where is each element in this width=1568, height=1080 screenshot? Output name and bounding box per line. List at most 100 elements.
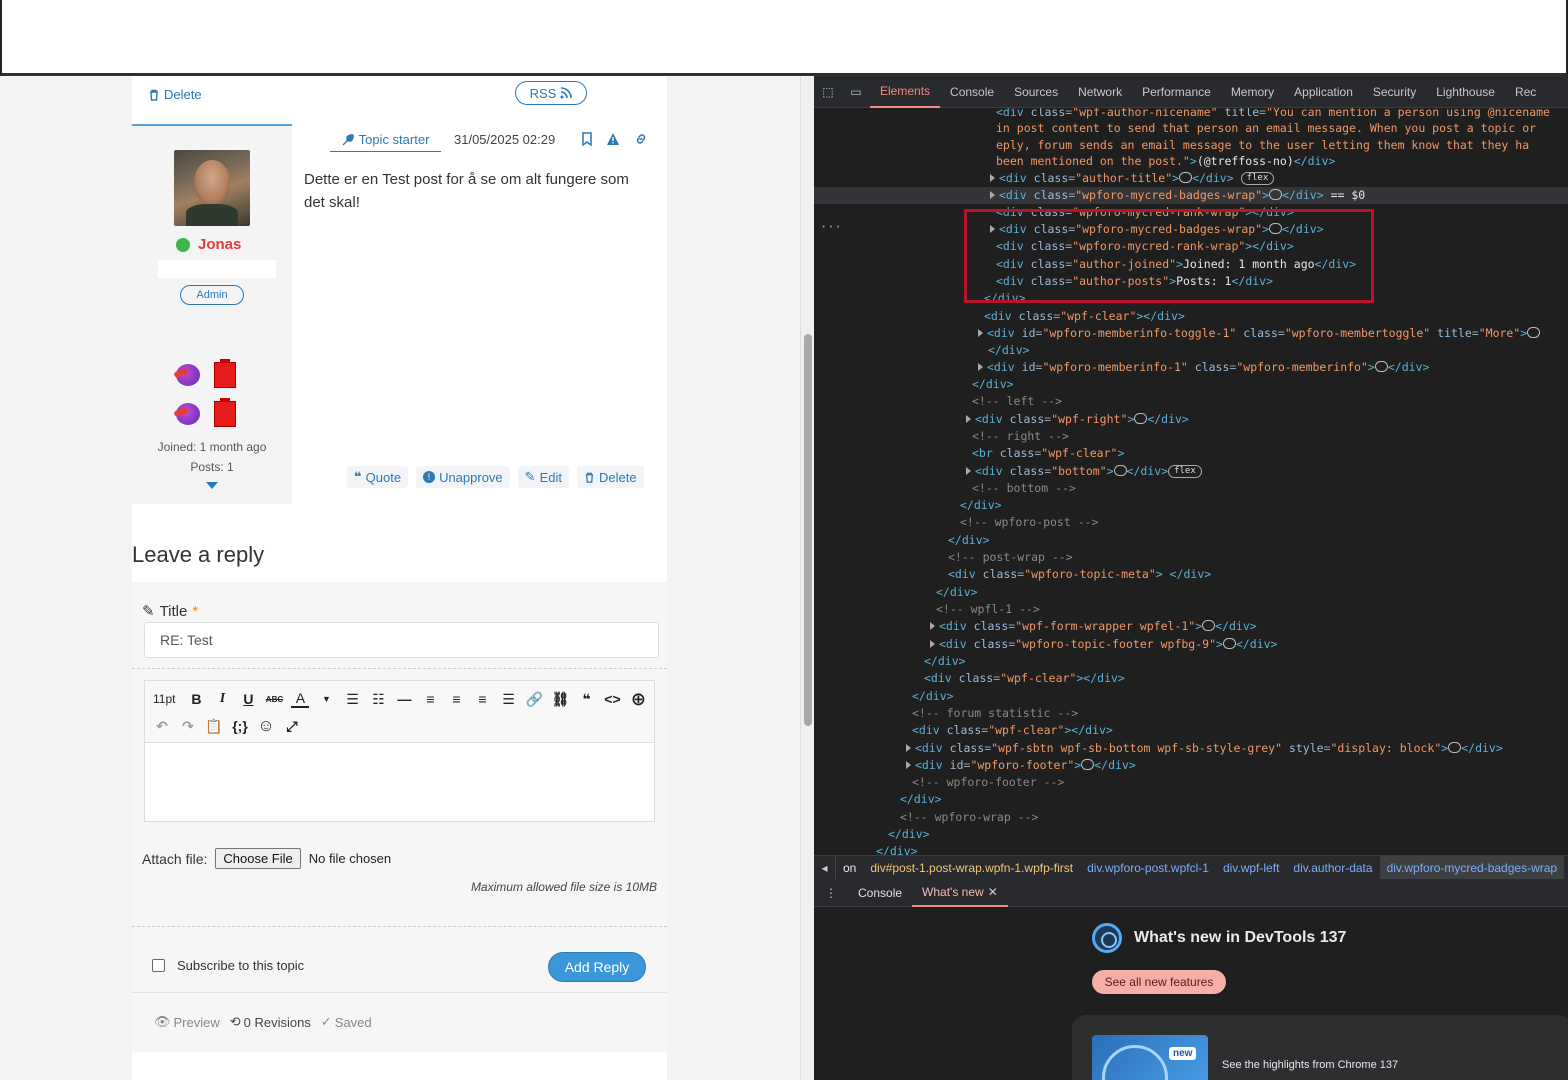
warning-icon[interactable] <box>606 132 620 146</box>
author-name[interactable]: Jonas <box>198 236 241 253</box>
dom-line[interactable]: <!-- wpforo-wrap --> <box>814 809 1568 826</box>
dom-line[interactable]: </div> <box>814 584 1568 601</box>
dom-line[interactable]: <div id="wpforo-memberinfo-toggle-1" cla… <box>814 325 1568 342</box>
dom-line[interactable]: <div class="wpforo-topic-meta"> </div> <box>814 566 1568 583</box>
dom-line[interactable]: <!-- right --> <box>814 428 1568 445</box>
member-info-toggle-icon[interactable] <box>206 482 218 489</box>
code-icon[interactable]: <> <box>603 691 621 707</box>
drawer-tab-console[interactable]: Console <box>848 879 912 907</box>
strikethrough-icon[interactable]: ABC <box>265 695 283 704</box>
choose-file-button[interactable]: Choose File <box>215 848 301 869</box>
dom-line[interactable]: </div> <box>814 653 1568 670</box>
dom-line[interactable]: </div> <box>814 688 1568 705</box>
dom-line[interactable]: </div> <box>814 497 1568 514</box>
dom-line[interactable]: eply, forum sends an email message to th… <box>814 137 1568 154</box>
tab-console[interactable]: Console <box>940 76 1004 108</box>
highlights-card[interactable]: new See the highlights from Chrome 137 <box>1072 1015 1568 1080</box>
breadcrumb-item[interactable]: on <box>836 861 863 875</box>
font-size-select[interactable]: 11pt <box>153 692 175 706</box>
drawer-menu-icon[interactable]: ⋮ <box>814 886 848 900</box>
quote-button[interactable]: ❝ Quote <box>347 466 409 488</box>
title-input[interactable]: RE: Test <box>144 622 659 658</box>
underline-icon[interactable]: U <box>239 691 257 707</box>
align-left-icon[interactable]: ≡ <box>421 691 439 707</box>
dom-line[interactable]: <div id="wpforo-memberinfo-1" class="wpf… <box>814 359 1568 376</box>
breadcrumb-item-active[interactable]: div.wpforo-mycred-badges-wrap <box>1379 856 1565 879</box>
chevron-down-icon[interactable]: ▼ <box>317 694 335 704</box>
add-reply-button[interactable]: Add Reply <box>548 952 646 982</box>
dom-line[interactable]: <div class="wpf-clear"></div> <box>814 670 1568 687</box>
tab-recorder[interactable]: Rec <box>1505 76 1546 108</box>
link-icon[interactable]: 🔗 <box>525 691 543 708</box>
dom-line[interactable]: <div class="bottom"> </div> flex <box>814 463 1568 480</box>
tab-performance[interactable]: Performance <box>1132 76 1221 108</box>
text-color-icon[interactable]: A <box>291 690 310 708</box>
dom-line[interactable]: <br class="wpf-clear"> <box>814 445 1568 462</box>
unapprove-button[interactable]: ! Unapprove <box>416 466 510 488</box>
subscribe-checkbox[interactable] <box>152 959 165 972</box>
avatar[interactable] <box>174 150 250 226</box>
redo-icon[interactable]: ↷ <box>179 718 197 735</box>
dom-line[interactable]: <div class="wpf-sbtn wpf-sb-bottom wpf-s… <box>814 740 1568 757</box>
tab-application[interactable]: Application <box>1284 76 1363 108</box>
dom-line[interactable]: <div class="wpf-right"> </div> <box>814 411 1568 428</box>
italic-icon[interactable]: I <box>213 691 231 707</box>
device-toolbar-icon[interactable]: ▭ <box>842 76 870 108</box>
dom-line[interactable]: </div> <box>814 791 1568 808</box>
bold-icon[interactable]: B <box>187 691 205 707</box>
editor-body[interactable] <box>145 743 654 821</box>
dom-line[interactable]: <div class="author-title"> </div> flex <box>814 170 1568 187</box>
tab-network[interactable]: Network <box>1068 76 1132 108</box>
dom-line[interactable]: in post content to send that person an e… <box>814 120 1568 137</box>
dom-tree[interactable]: <div class="wpf-author-nicename" title="… <box>814 108 1568 856</box>
preview-button[interactable]: 👁 Preview <box>154 1014 220 1030</box>
revisions-button[interactable]: ⟲ 0 Revisions <box>230 1014 311 1030</box>
align-right-icon[interactable]: ≡ <box>473 691 491 707</box>
scrollbar-thumb[interactable] <box>804 334 812 726</box>
tab-memory[interactable]: Memory <box>1221 76 1284 108</box>
dom-line[interactable]: <div id="wpforo-footer"> </div> <box>814 757 1568 774</box>
plus-circle-icon[interactable]: ⊕ <box>629 689 647 710</box>
tab-elements[interactable]: Elements <box>870 76 941 108</box>
dom-line[interactable]: </div> <box>814 532 1568 549</box>
rss-button[interactable]: RSS <box>515 81 587 105</box>
dom-line[interactable]: <!-- wpforo-footer --> <box>814 774 1568 791</box>
breadcrumb-item[interactable]: div.wpf-left <box>1216 861 1286 875</box>
emoji-icon[interactable]: ☺ <box>257 716 275 736</box>
breadcrumb-item[interactable]: div.author-data <box>1286 861 1379 875</box>
dom-line[interactable]: <!-- left --> <box>814 393 1568 410</box>
page-scrollbar[interactable] <box>800 76 814 1080</box>
align-justify-icon[interactable]: ☰ <box>499 691 517 708</box>
breadcrumb-item[interactable]: div#post-1.post-wrap.wpfn-1.wpfp-first <box>863 861 1080 875</box>
dom-line[interactable]: </div> <box>814 376 1568 393</box>
dom-line-selected[interactable]: <div class="wpforo-mycred-badges-wrap"> <… <box>814 187 1568 204</box>
tab-lighthouse[interactable]: Lighthouse <box>1426 76 1505 108</box>
dom-line[interactable]: been mentioned on the post.">(@treffoss-… <box>814 153 1568 170</box>
breadcrumb-item[interactable]: div.wpforo-post.wpfcl-1 <box>1080 861 1216 875</box>
dom-line[interactable]: <!-- bottom --> <box>814 480 1568 497</box>
align-center-icon[interactable]: ≡ <box>447 691 465 707</box>
bullet-list-icon[interactable]: ☰ <box>343 691 361 708</box>
link-icon[interactable] <box>634 132 648 146</box>
dom-line[interactable]: </div> <box>814 826 1568 843</box>
see-all-features-button[interactable]: See all new features <box>1092 970 1226 994</box>
tab-sources[interactable]: Sources <box>1004 76 1068 108</box>
blockquote-icon[interactable]: ❝ <box>577 691 595 708</box>
dom-line[interactable]: <div class="wpf-clear"></div> <box>814 308 1568 325</box>
unlink-icon[interactable]: ⛓ <box>551 691 570 708</box>
inspect-element-icon[interactable]: ⬚ <box>814 76 842 108</box>
source-code-icon[interactable]: {;} <box>231 718 249 734</box>
dom-line[interactable]: <!-- wpfl-1 --> <box>814 601 1568 618</box>
close-icon[interactable]: ✕ <box>988 885 998 899</box>
delete-button[interactable]: Delete <box>576 466 644 488</box>
dom-line[interactable]: <!-- post-wrap --> <box>814 549 1568 566</box>
horizontal-line-icon[interactable]: — <box>395 691 413 707</box>
tab-security[interactable]: Security <box>1363 76 1426 108</box>
dom-line[interactable]: <!-- wpforo-post --> <box>814 514 1568 531</box>
dom-line[interactable]: <div class="wpforo-topic-footer wpfbg-9"… <box>814 636 1568 653</box>
numbered-list-icon[interactable]: ☷ <box>369 691 387 708</box>
top-delete-button[interactable]: Delete <box>142 85 208 104</box>
fullscreen-icon[interactable]: ⤢ <box>283 718 301 735</box>
dom-line[interactable]: <div class="wpf-clear"></div> <box>814 722 1568 739</box>
bookmark-icon[interactable] <box>580 132 594 146</box>
